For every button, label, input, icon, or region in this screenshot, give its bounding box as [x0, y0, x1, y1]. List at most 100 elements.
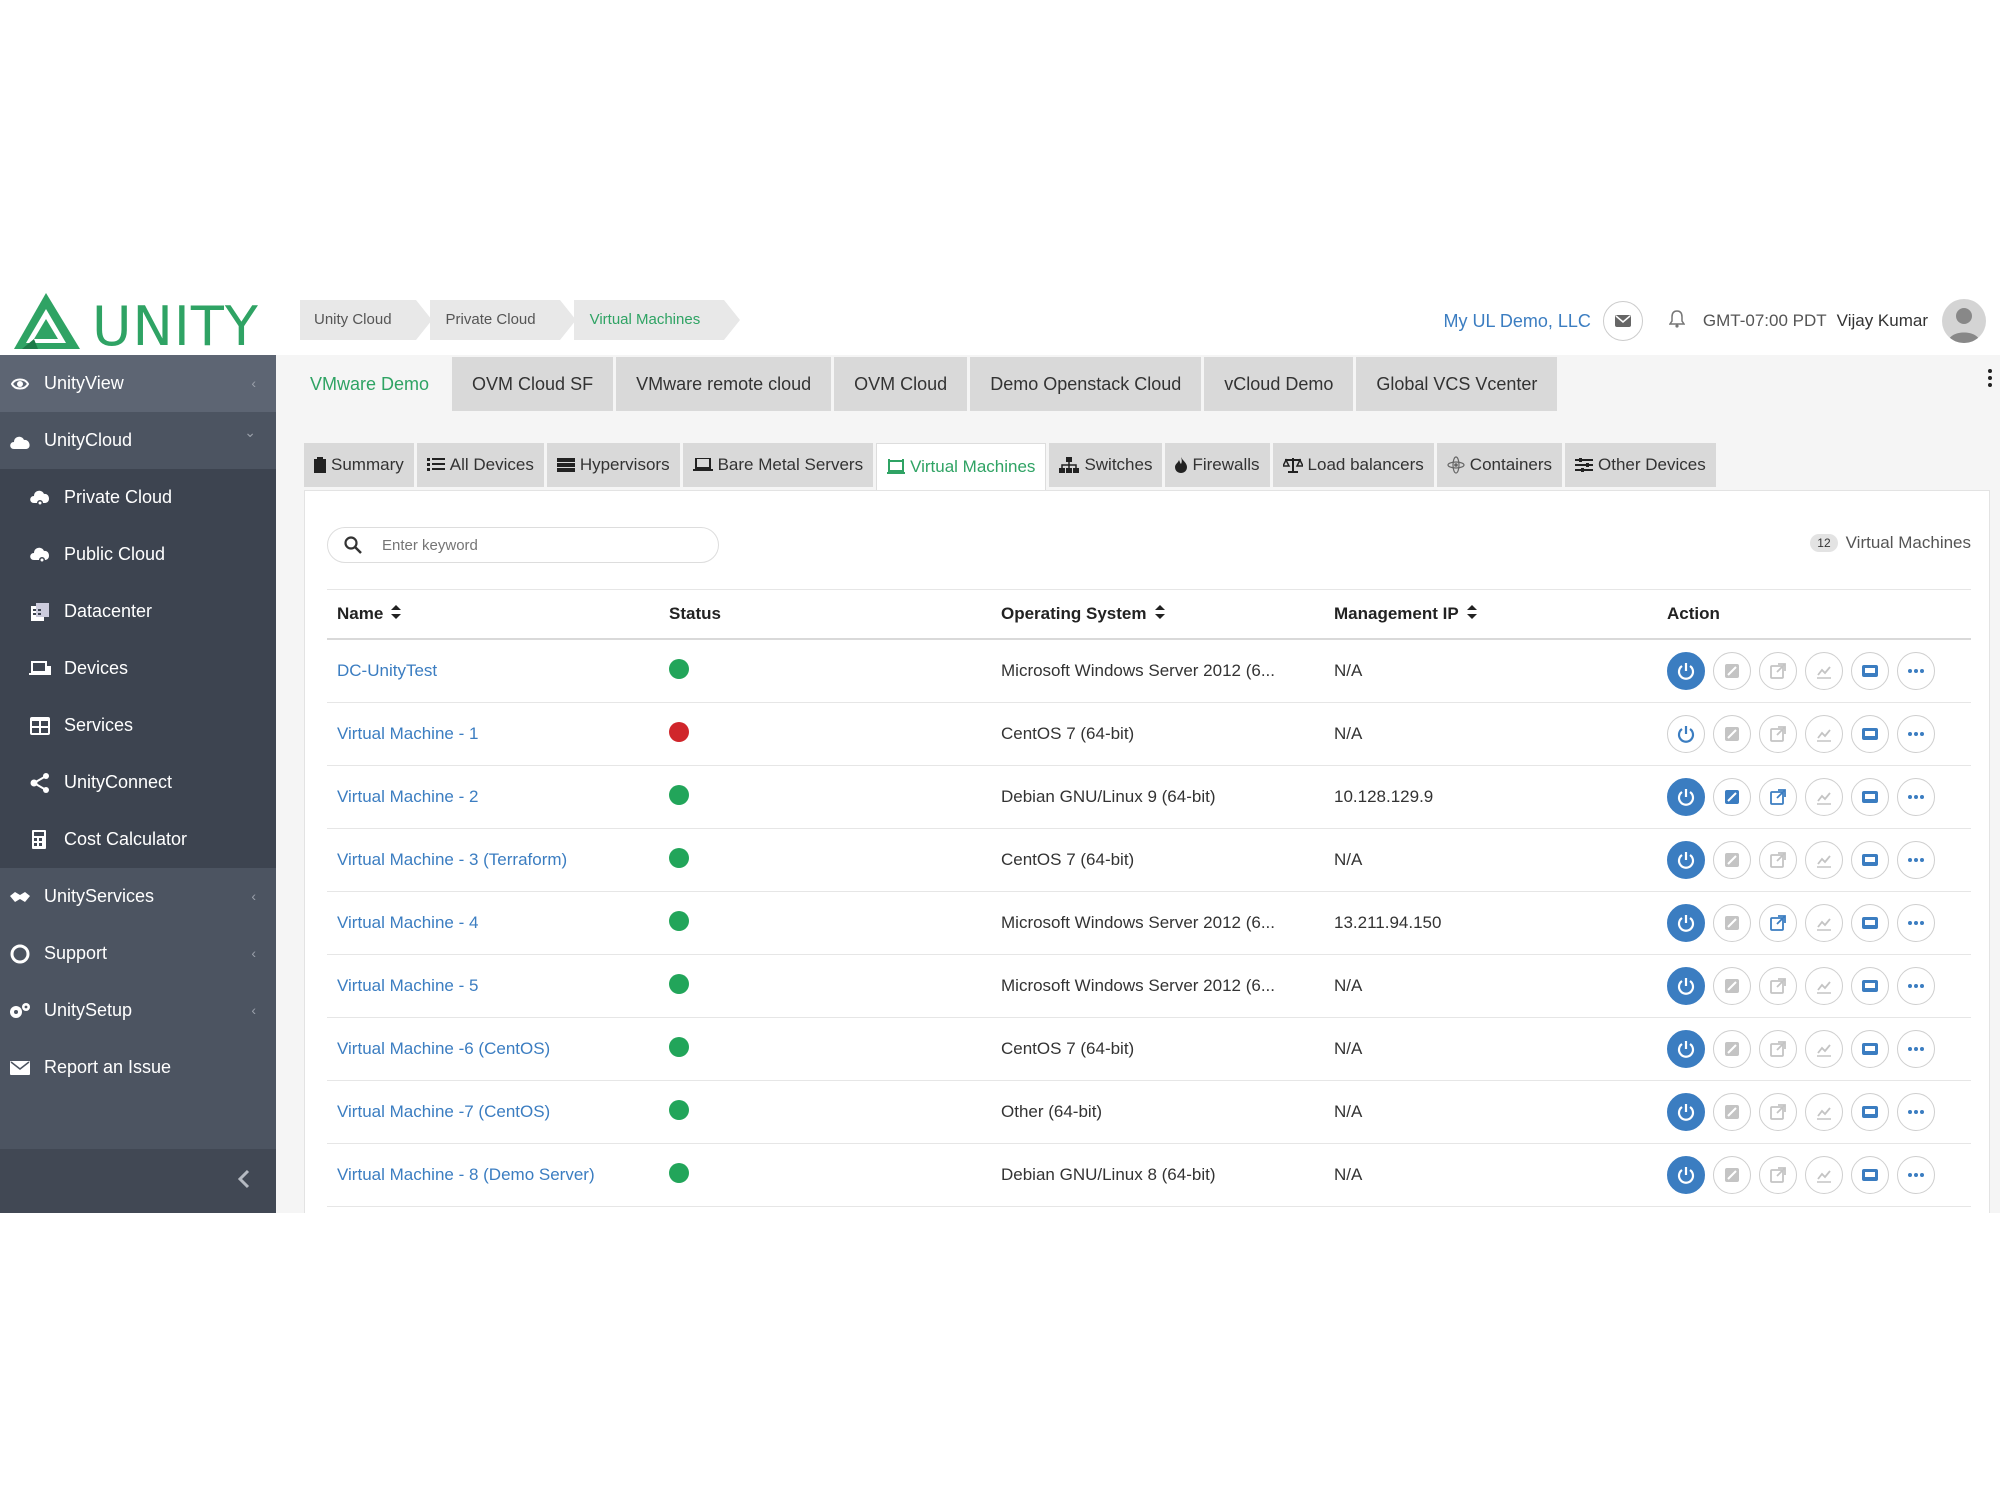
launch-button[interactable] — [1759, 841, 1797, 879]
tab-load-balancers[interactable]: Load balancers — [1272, 443, 1434, 487]
launch-button[interactable] — [1759, 778, 1797, 816]
power-button[interactable] — [1667, 904, 1705, 942]
breadcrumb-item[interactable]: Unity Cloud — [300, 300, 432, 340]
tab-containers[interactable]: Containers — [1436, 443, 1563, 487]
monitor-button[interactable] — [1851, 904, 1889, 942]
avatar[interactable] — [1942, 299, 1986, 343]
more-actions-button[interactable] — [1897, 841, 1935, 879]
bell-icon[interactable] — [1668, 309, 1686, 333]
breadcrumb-item[interactable]: Private Cloud — [429, 300, 576, 340]
more-actions-button[interactable] — [1897, 652, 1935, 690]
sidebar-item-private-cloud[interactable]: Private Cloud — [0, 469, 276, 526]
console-button[interactable] — [1713, 778, 1751, 816]
power-button[interactable] — [1667, 652, 1705, 690]
vm-name-link[interactable]: DC-UnityTest — [327, 639, 659, 703]
monitor-button[interactable] — [1851, 1093, 1889, 1131]
metrics-button[interactable] — [1805, 1093, 1843, 1131]
power-button[interactable] — [1667, 778, 1705, 816]
vm-name-link[interactable]: Virtual Machine - 1 — [327, 702, 659, 766]
more-actions-button[interactable] — [1897, 1030, 1935, 1068]
more-actions-button[interactable] — [1897, 1093, 1935, 1131]
column-header-name[interactable]: Name — [327, 589, 659, 640]
tab-bare-metal-servers[interactable]: Bare Metal Servers — [682, 443, 874, 487]
sidebar-item-unityservices[interactable]: UnityServices ‹ — [0, 868, 276, 925]
tab-hypervisors[interactable]: Hypervisors — [546, 443, 680, 487]
more-actions-button[interactable] — [1897, 967, 1935, 1005]
monitor-button[interactable] — [1851, 715, 1889, 753]
console-button[interactable] — [1713, 967, 1751, 1005]
power-button[interactable] — [1667, 967, 1705, 1005]
tab-cloud[interactable]: Demo Openstack Cloud — [970, 357, 1202, 411]
launch-button[interactable] — [1759, 1156, 1797, 1194]
metrics-button[interactable] — [1805, 904, 1843, 942]
tab-other-devices[interactable]: Other Devices — [1565, 443, 1716, 487]
vm-name-link[interactable]: Virtual Machine - 4 — [327, 891, 659, 955]
metrics-button[interactable] — [1805, 1156, 1843, 1194]
launch-button[interactable] — [1759, 1093, 1797, 1131]
tab-summary[interactable]: Summary — [304, 443, 414, 487]
launch-button[interactable] — [1759, 904, 1797, 942]
vm-name-link[interactable]: Virtual Machine -7 (CentOS) — [327, 1080, 659, 1144]
power-button[interactable] — [1667, 715, 1705, 753]
metrics-button[interactable] — [1805, 841, 1843, 879]
monitor-button[interactable] — [1851, 778, 1889, 816]
sort-icon[interactable] — [1466, 604, 1477, 624]
column-header-ip[interactable]: Management IP — [1324, 589, 1657, 640]
tab-cloud[interactable]: VMware remote cloud — [616, 357, 832, 411]
tab-cloud[interactable]: OVM Cloud — [834, 357, 968, 411]
console-button[interactable] — [1713, 841, 1751, 879]
sidebar-item-report-issue[interactable]: Report an Issue — [0, 1039, 276, 1096]
metrics-button[interactable] — [1805, 778, 1843, 816]
more-actions-button[interactable] — [1897, 778, 1935, 816]
sidebar-item-cost-calculator[interactable]: Cost Calculator — [0, 811, 276, 868]
tab-cloud[interactable]: Global VCS Vcenter — [1356, 357, 1558, 411]
console-button[interactable] — [1713, 1156, 1751, 1194]
sidebar-item-services[interactable]: Services — [0, 697, 276, 754]
sidebar-item-public-cloud[interactable]: Public Cloud — [0, 526, 276, 583]
tab-firewalls[interactable]: Firewalls — [1165, 443, 1270, 487]
sidebar-item-datacenter[interactable]: Datacenter — [0, 583, 276, 640]
more-actions-button[interactable] — [1897, 1156, 1935, 1194]
more-options-icon[interactable] — [1988, 369, 1992, 392]
monitor-button[interactable] — [1851, 1156, 1889, 1194]
console-button[interactable] — [1713, 1093, 1751, 1131]
sidebar-item-unityconnect[interactable]: UnityConnect — [0, 754, 276, 811]
console-button[interactable] — [1713, 1030, 1751, 1068]
tab-virtual-machines[interactable]: Virtual Machines — [876, 443, 1047, 490]
tab-cloud[interactable]: vCloud Demo — [1204, 357, 1354, 411]
sort-icon[interactable] — [391, 604, 402, 624]
console-button[interactable] — [1713, 715, 1751, 753]
tab-switches[interactable]: Switches — [1049, 443, 1163, 487]
sidebar-item-devices[interactable]: Devices — [0, 640, 276, 697]
console-button[interactable] — [1713, 904, 1751, 942]
sidebar-item-support[interactable]: Support ‹ — [0, 925, 276, 982]
tab-cloud[interactable]: OVM Cloud SF — [452, 357, 614, 411]
org-link[interactable]: My UL Demo, LLC — [1444, 311, 1591, 332]
launch-button[interactable] — [1759, 967, 1797, 1005]
collapse-sidebar-button[interactable] — [237, 1169, 250, 1194]
sort-icon[interactable] — [1154, 604, 1165, 624]
monitor-button[interactable] — [1851, 652, 1889, 690]
power-button[interactable] — [1667, 1093, 1705, 1131]
power-button[interactable] — [1667, 841, 1705, 879]
messages-button[interactable] — [1602, 301, 1643, 341]
launch-button[interactable] — [1759, 652, 1797, 690]
vm-name-link[interactable]: Virtual Machine - 5 — [327, 954, 659, 1018]
metrics-button[interactable] — [1805, 1030, 1843, 1068]
metrics-button[interactable] — [1805, 715, 1843, 753]
tab-all-devices[interactable]: All Devices — [416, 443, 544, 487]
user-name[interactable]: Vijay Kumar — [1837, 311, 1928, 331]
more-actions-button[interactable] — [1897, 904, 1935, 942]
metrics-button[interactable] — [1805, 652, 1843, 690]
more-actions-button[interactable] — [1897, 715, 1935, 753]
tab-cloud[interactable]: VMware Demo — [290, 357, 450, 411]
launch-button[interactable] — [1759, 715, 1797, 753]
search-box[interactable] — [327, 527, 719, 563]
sidebar-item-unitycloud[interactable]: UnityCloud ⌄ — [0, 412, 276, 469]
vm-name-link[interactable]: Virtual Machine - 8 (Demo Server) — [327, 1143, 659, 1207]
console-button[interactable] — [1713, 652, 1751, 690]
column-header-os[interactable]: Operating System — [991, 589, 1324, 640]
vm-name-link[interactable]: Virtual Machine - 2 — [327, 765, 659, 829]
sidebar-item-unityview[interactable]: UnityView ‹ — [0, 355, 276, 412]
monitor-button[interactable] — [1851, 841, 1889, 879]
